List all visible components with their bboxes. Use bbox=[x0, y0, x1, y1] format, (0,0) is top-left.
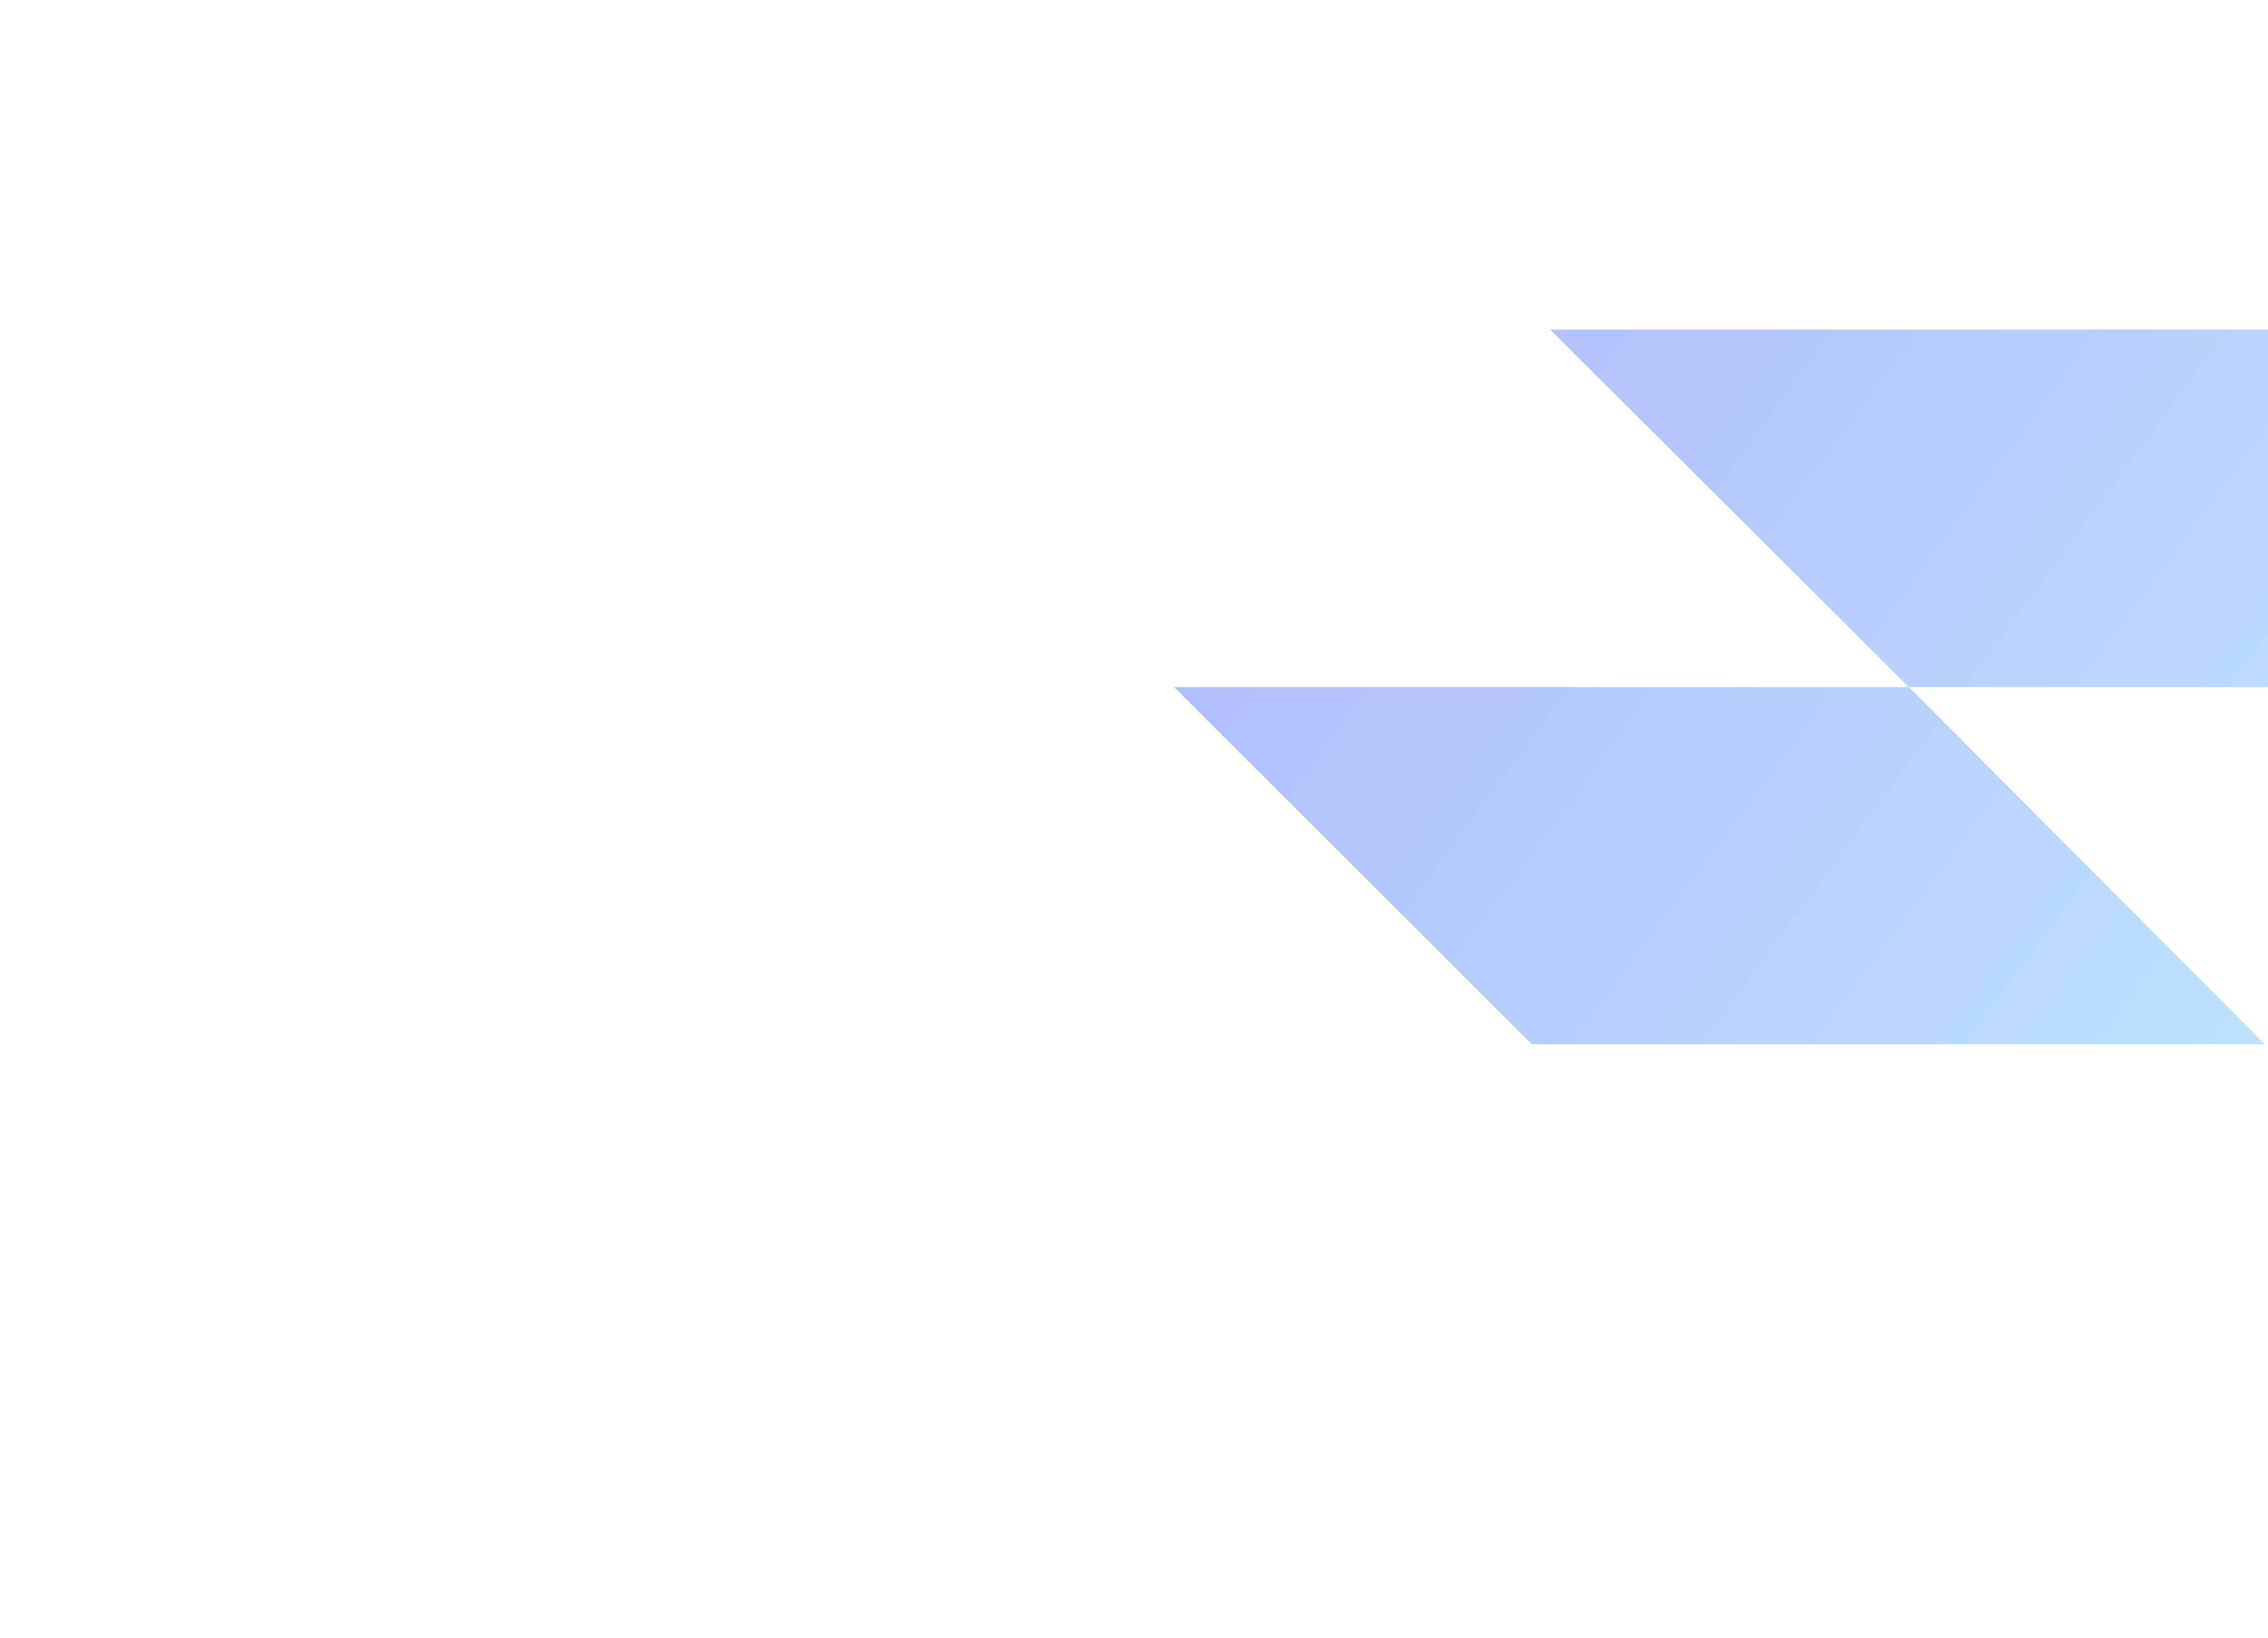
graphic-canvas bbox=[0, 0, 2268, 1422]
